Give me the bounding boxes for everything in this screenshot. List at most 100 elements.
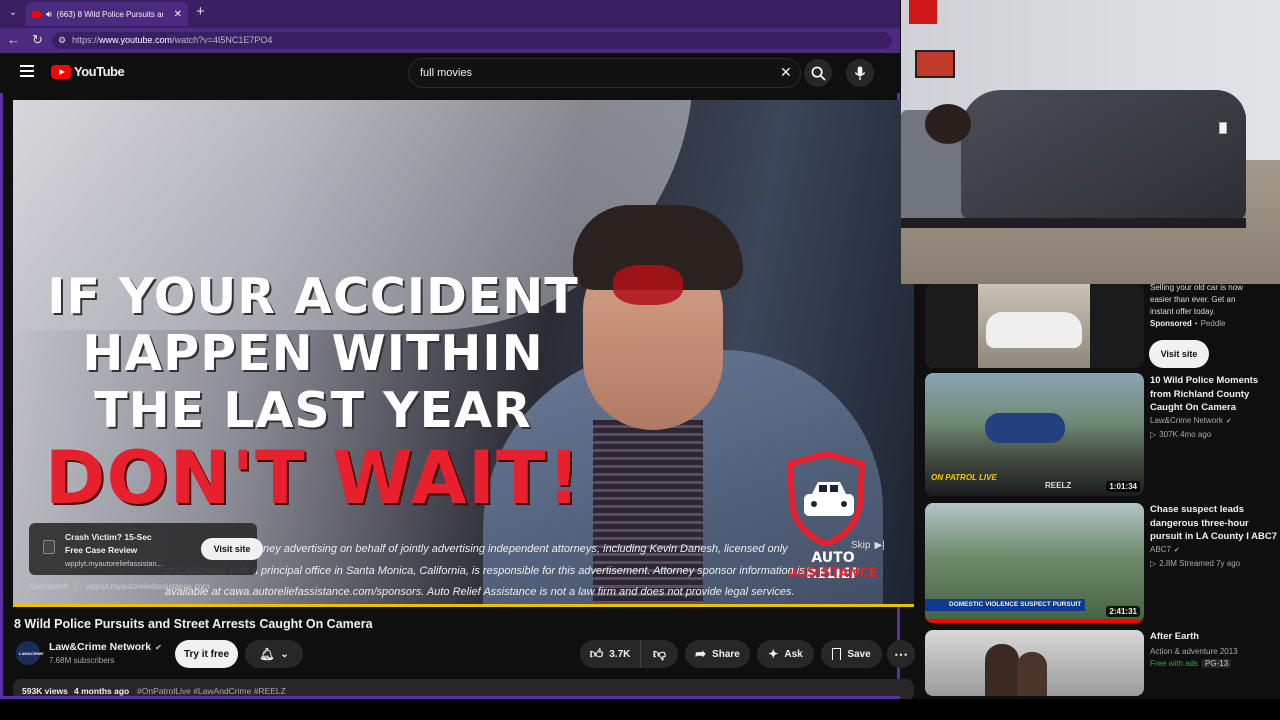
verified-icon: ✔ — [1173, 546, 1180, 554]
rec-1-duration: 1:01:34 — [1106, 481, 1140, 492]
actor-shirt — [593, 420, 703, 606]
ask-button[interactable]: ✦ Ask — [757, 640, 814, 668]
white-car-shape — [986, 312, 1082, 348]
notifications-button[interactable]: 🔔︎ ⌄ — [245, 640, 303, 668]
video-player[interactable]: IF YOUR ACCIDENT HAPPEN WITHIN THE LAST … — [13, 100, 914, 606]
youtube-logo[interactable]: YouTube — [51, 64, 125, 79]
webcam-shelf — [915, 50, 955, 78]
ad-card-title: Crash Victim? 15-Sec Free Case Review — [65, 532, 152, 555]
microphone-icon — [854, 65, 866, 80]
blue-car-shape — [985, 413, 1065, 443]
browser-tab-bar: ⌄ 🔊︎ (663) 8 Wild Police Pursuits an ✕ + — [0, 0, 900, 28]
dislike-button[interactable]: 👎︎ — [641, 640, 678, 668]
webcam-red-box — [909, 0, 937, 24]
rec-thumbnail-3[interactable] — [925, 630, 1144, 696]
rec-2-banner: DOMESTIC VIOLENCE SUSPECT PURSUIT — [925, 599, 1085, 611]
browser-tab[interactable]: 🔊︎ (663) 8 Wild Police Pursuits an ✕ — [26, 2, 188, 26]
url-prefix: https:// — [72, 35, 100, 45]
youtube-favicon-icon — [32, 10, 41, 18]
voice-search-button[interactable] — [846, 59, 874, 87]
site-info-icon[interactable]: ⚙ — [58, 32, 66, 49]
thumbs-up-icon: 👍︎ — [589, 646, 604, 661]
views-icon: ▷ — [1150, 430, 1157, 439]
webcam-overlay — [901, 0, 1280, 284]
sponsored-row: Sponsored ⓘ wpplyt.myautoreliefassistanc… — [29, 581, 209, 592]
channel-avatar[interactable]: LAW&CRIME — [16, 641, 44, 665]
webcam-outlet — [1219, 122, 1227, 134]
rec-thumbnail-2[interactable]: DOMESTIC VIOLENCE SUSPECT PURSUIT 2:41:3… — [925, 503, 1144, 623]
share-label: Share — [712, 648, 740, 660]
sidebar-ad-thumbnail[interactable] — [925, 284, 1144, 368]
channel-avatar-text: LAW&CRIME — [19, 650, 44, 656]
ad-thumb-image — [978, 284, 1090, 368]
advertiser-icon — [43, 540, 55, 554]
address-bar[interactable]: ⚙ https://www.youtube.com/watch?v=4I5NC1… — [52, 32, 892, 49]
skip-ad-button[interactable]: Skip ▶︎| — [851, 540, 885, 551]
ad-headline-red: DON'T WAIT! — [44, 436, 582, 521]
search-icon — [811, 66, 826, 81]
rec-2-channel-name: ABC7 — [1150, 545, 1171, 554]
chevron-down-icon: ⌄ — [280, 648, 289, 660]
ad-card-visit-button[interactable]: Visit site — [201, 538, 263, 560]
sponsored-domain: wpplyt.myautoreliefassistance.com — [85, 582, 210, 591]
ad-disclaimer-line-2: in California, with a principal office i… — [165, 565, 805, 577]
rec-3-title[interactable]: After Earth — [1150, 630, 1278, 644]
skip-label: Skip — [851, 540, 871, 551]
rec-2-meta: 2.8M Streamed 7y ago — [1159, 559, 1241, 568]
save-label: Save — [847, 648, 871, 660]
browser-toolbar: ← ↻ ⚙ https://www.youtube.com/watch?v=4I… — [0, 28, 900, 53]
webcam-blanket — [961, 90, 1246, 220]
try-it-free-button[interactable]: Try it free — [175, 640, 238, 668]
ad-headline-line-1: IF YOUR ACCIDENT — [47, 268, 579, 325]
rec-2-channel[interactable]: ABC7 ✔ — [1150, 545, 1180, 554]
url-host: www.youtube.com — [99, 35, 173, 45]
ad-card-domain: wpplyt.myautoreliefassistan... — [65, 559, 163, 568]
close-tab-icon[interactable]: ✕ — [174, 9, 182, 20]
rec-2-duration: 2:41:31 — [1106, 606, 1140, 617]
rec-2-meta-row: ▷ 2.8M Streamed 7y ago — [1150, 559, 1240, 568]
ad-headline-line-3: THE LAST YEAR — [94, 382, 532, 439]
webcam-person — [925, 104, 971, 144]
tab-list-chevron-icon[interactable]: ⌄ — [6, 7, 20, 21]
red-progress-strip — [925, 619, 1144, 623]
audio-playing-icon[interactable]: 🔊︎ — [46, 9, 52, 20]
sidebar-ad-description: Selling your old car is now easier than … — [1150, 283, 1243, 316]
search-button[interactable] — [804, 59, 832, 87]
rec-thumbnail-1[interactable]: ON PATROL LIVE REELZ 1:01:34 — [925, 373, 1144, 496]
channel-name[interactable]: Law&Crime Network ✔ — [49, 641, 162, 653]
dot-separator: • — [1194, 319, 1198, 328]
reload-icon[interactable]: ↻ — [32, 32, 43, 48]
rec-2-title[interactable]: Chase suspect leads dangerous three-hour… — [1150, 503, 1278, 544]
rec-3-badges: Free with ads PG-13 — [1150, 659, 1232, 668]
sidebar-ad-sponsored: Sponsored — [1150, 319, 1192, 328]
new-tab-button[interactable]: + — [196, 3, 205, 20]
auto-relief-shield-logo — [786, 450, 866, 548]
share-button[interactable]: ➦ Share — [685, 640, 750, 668]
clear-search-icon[interactable]: ✕ — [780, 64, 792, 81]
rec-1-meta: 307K 4mo ago — [1159, 430, 1212, 439]
youtube-play-logo-icon — [51, 64, 71, 79]
sidebar-ad-visit-button[interactable]: Visit site — [1149, 340, 1209, 368]
like-button[interactable]: 👍︎ 3.7K — [580, 640, 641, 668]
verified-icon: ✔ — [155, 642, 162, 652]
view-count: 593K views — [22, 686, 68, 696]
video-title: 8 Wild Police Pursuits and Street Arrest… — [14, 617, 373, 631]
ad-progress-bar[interactable] — [13, 604, 914, 607]
movie-figure-1 — [985, 644, 1019, 696]
hashtags[interactable]: #OnPatrolLive #LawAndCrime #REELZ — [137, 686, 286, 696]
menu-icon[interactable] — [20, 65, 34, 77]
search-input[interactable]: full movies — [408, 58, 801, 88]
rec-1-network: REELZ — [1045, 481, 1072, 490]
rec-1-channel[interactable]: Law&Crime Network ✔ — [1150, 416, 1232, 425]
more-actions-button[interactable]: ⋯ — [887, 640, 915, 668]
sidebar-ad-sponsor-row: Sponsored • Peddle — [1150, 319, 1226, 328]
ad-overlay-card[interactable]: Crash Victim? 15-Sec Free Case Review wp… — [29, 523, 263, 575]
sponsored-label: Sponsored — [29, 582, 68, 591]
info-icon[interactable]: ⓘ — [73, 581, 81, 592]
rec-1-title[interactable]: 10 Wild Police Moments from Richland Cou… — [1150, 374, 1278, 415]
rec-1-channel-name: Law&Crime Network — [1150, 416, 1223, 425]
back-arrow-icon[interactable]: ← — [7, 32, 20, 47]
channel-name-text: Law&Crime Network — [49, 641, 152, 653]
save-button[interactable]: Save — [821, 640, 882, 668]
verified-icon: ✔ — [1225, 417, 1232, 425]
